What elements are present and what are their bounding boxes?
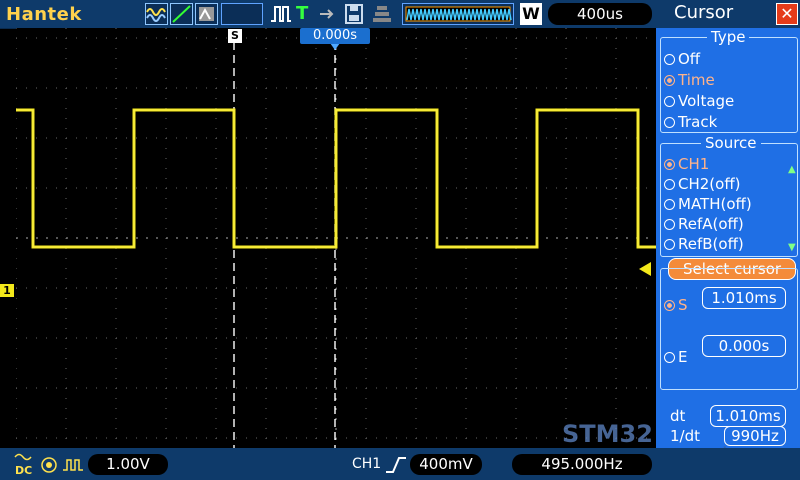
waveform-display[interactable] (16, 28, 656, 448)
panel-title: Cursor (674, 2, 734, 23)
pulse-icon[interactable] (270, 3, 292, 25)
trigger-position-icon (330, 43, 340, 50)
trigger-t-icon[interactable]: T (296, 3, 314, 25)
window-w-icon[interactable]: W (520, 3, 542, 25)
radio-icon (664, 117, 675, 128)
arrow-icon[interactable] (318, 3, 338, 25)
close-icon[interactable]: ✕ (776, 3, 798, 25)
radio-icon (664, 96, 675, 107)
waveform-icon[interactable] (145, 3, 168, 25)
source-group-title: Source (701, 134, 761, 152)
trigger-level-value[interactable]: 400mV (410, 454, 482, 475)
ch1-trace-noise (16, 109, 656, 248)
e-cursor-option[interactable]: E (664, 348, 687, 366)
coupling-dc-label: DC (15, 464, 33, 477)
s-cursor-marker[interactable]: S (228, 29, 242, 43)
radio-icon (664, 352, 675, 363)
type-option-off[interactable]: Off (664, 50, 700, 68)
frequency-readout: 495.000Hz (512, 454, 652, 475)
radio-icon (664, 219, 675, 230)
e-cursor-value[interactable]: 0.000s (702, 335, 786, 357)
radio-icon (664, 199, 675, 210)
ch1-scale[interactable]: 1.00V (88, 454, 168, 475)
save-disk-icon[interactable] (344, 3, 364, 25)
scope-grid (16, 28, 656, 448)
ch1-level-marker[interactable]: 1 (0, 284, 14, 297)
source-option-ch1[interactable]: CH1 (664, 155, 709, 173)
color-box-icon[interactable] (221, 3, 263, 25)
memory-waveform-icon[interactable] (402, 3, 514, 25)
stack-icon[interactable] (372, 3, 392, 25)
radio-icon (664, 179, 675, 190)
brand-logo: Hantek (6, 4, 82, 25)
s-cursor-value[interactable]: 1.010ms (702, 287, 786, 309)
dt-value: 1.010ms (710, 405, 786, 427)
trigger-position-label[interactable]: 0.000s (300, 28, 370, 44)
dt-label: dt (670, 407, 686, 425)
trigger-source-label: CH1 (352, 456, 382, 472)
trigger-level-marker[interactable] (639, 262, 651, 276)
radio-selected-icon (664, 300, 675, 311)
radio-selected-icon (664, 159, 675, 170)
type-option-track[interactable]: Track (664, 113, 717, 131)
type-option-voltage[interactable]: Voltage (664, 92, 734, 110)
type-option-time[interactable]: Time (664, 71, 715, 89)
source-option-ch2[interactable]: CH2(off) (664, 175, 741, 193)
scroll-up-icon[interactable]: ▲ (788, 164, 796, 175)
bandwidth-icon[interactable] (40, 456, 60, 478)
scroll-down-icon[interactable]: ▼ (788, 242, 796, 253)
invert-icon[interactable] (62, 456, 84, 478)
source-option-math[interactable]: MATH(off) (664, 195, 752, 213)
radio-icon (664, 54, 675, 65)
timebase-readout[interactable]: 400us (548, 3, 652, 25)
watermark: STM32 (562, 420, 653, 448)
s-cursor-option[interactable]: S (664, 296, 688, 314)
type-group-title: Type (707, 28, 750, 46)
radio-selected-icon (664, 75, 675, 86)
persist-icon[interactable] (195, 3, 218, 25)
line-icon[interactable] (170, 3, 193, 25)
radio-icon (664, 239, 675, 250)
rising-edge-icon[interactable] (384, 455, 408, 475)
source-option-refa[interactable]: RefA(off) (664, 215, 744, 233)
source-option-refb[interactable]: RefB(off) (664, 235, 744, 253)
